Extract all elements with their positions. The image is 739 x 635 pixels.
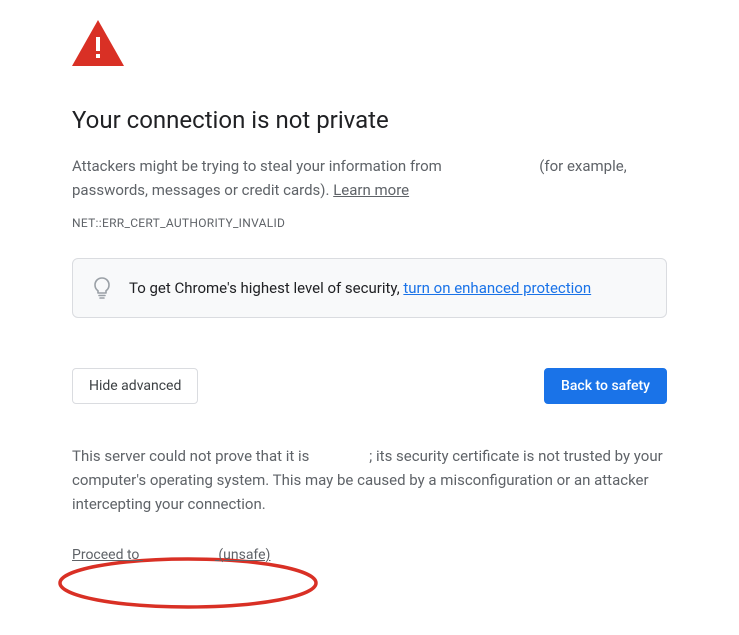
error-code: NET::ERR_CERT_AUTHORITY_INVALID	[72, 216, 667, 230]
description-prefix: Attackers might be trying to steal your …	[72, 157, 446, 175]
warning-description: Attackers might be trying to steal your …	[72, 154, 667, 202]
enhanced-protection-link[interactable]: turn on enhanced protection	[403, 279, 591, 297]
proceed-suffix: (unsafe)	[215, 547, 271, 563]
button-row: Hide advanced Back to safety	[72, 368, 667, 404]
learn-more-link[interactable]: Learn more	[333, 181, 409, 199]
hide-advanced-button[interactable]: Hide advanced	[72, 368, 198, 404]
proceed-prefix: Proceed to	[72, 547, 143, 563]
tip-text-prefix: To get Chrome's highest level of securit…	[129, 279, 403, 297]
lightbulb-icon	[93, 277, 111, 299]
back-to-safety-button[interactable]: Back to safety	[544, 368, 667, 404]
warning-triangle-icon	[72, 20, 667, 66]
annotation-red-circle	[54, 555, 322, 611]
advanced-explanation: This server could not prove that it is ;…	[72, 444, 667, 516]
enhanced-protection-tip: To get Chrome's highest level of securit…	[72, 258, 667, 318]
advanced-prefix: This server could not prove that it is	[72, 447, 313, 465]
page-title: Your connection is not private	[72, 106, 667, 134]
proceed-unsafe-link[interactable]: Proceed to (unsafe)	[72, 547, 270, 563]
